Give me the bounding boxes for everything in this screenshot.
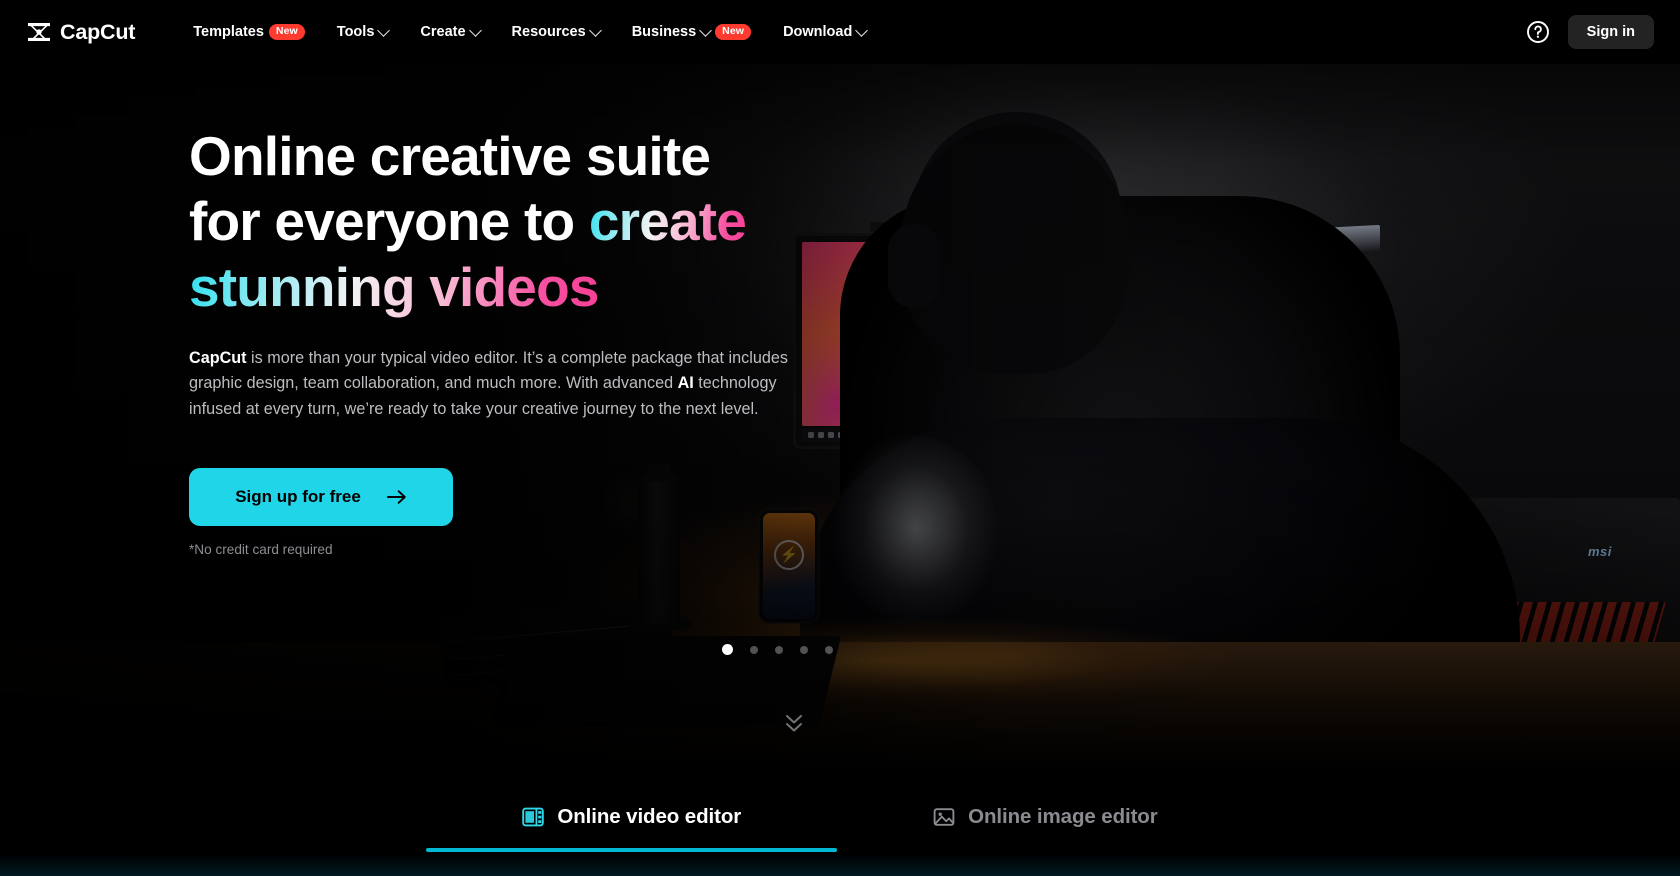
sign-up-for-free-button[interactable]: Sign up for free xyxy=(189,467,453,526)
top-navbar: CapCut Templates New Tools Create Resour… xyxy=(0,0,1680,64)
nav-item-download[interactable]: Download xyxy=(767,0,882,64)
help-circle-icon[interactable] xyxy=(1526,20,1550,44)
headline-line-3-highlight: stunning videos xyxy=(189,255,599,318)
carousel-dot-1[interactable] xyxy=(722,644,733,655)
carousel-dots xyxy=(722,644,833,655)
sign-in-button[interactable]: Sign in xyxy=(1567,15,1654,49)
chevron-down-icon xyxy=(468,23,482,37)
editor-tabs: Online video editor Online image editor xyxy=(0,766,1680,876)
nav-item-templates[interactable]: Templates New xyxy=(177,0,321,64)
chevron-down-icon xyxy=(855,23,869,37)
nav-item-label: Create xyxy=(420,24,466,40)
hero-description-bold-capcut: CapCut xyxy=(189,349,247,368)
tab-label: Online image editor xyxy=(968,805,1158,828)
nav-item-tools[interactable]: Tools xyxy=(321,0,405,64)
cta-label: Sign up for free xyxy=(235,486,361,506)
carousel-dot-3[interactable] xyxy=(775,645,783,654)
hero-description-bold-ai: AI xyxy=(677,374,694,393)
headline-line-1: Online creative suite xyxy=(189,125,711,187)
nav-item-label: Download xyxy=(783,24,853,40)
tab-active-underline xyxy=(426,848,838,852)
headline-line-2-plain: for everyone to xyxy=(189,190,589,253)
brand-name: CapCut xyxy=(60,19,136,44)
hero-description: CapCut is more than your typical video e… xyxy=(189,346,789,421)
nav-item-label: Tools xyxy=(336,24,375,40)
headline-line-2-highlight: create xyxy=(588,190,747,253)
capcut-landing-page: CapCut Templates New Tools Create Resour… xyxy=(0,0,1680,876)
arrow-right-icon xyxy=(386,489,406,504)
nav-item-label: Templates xyxy=(193,24,264,40)
carousel-dot-5[interactable] xyxy=(825,645,833,654)
carousel-dot-4[interactable] xyxy=(800,645,808,654)
nav-item-label: Business xyxy=(631,24,697,40)
chevron-down-icon xyxy=(588,23,602,37)
tab-online-video-editor[interactable]: Online video editor xyxy=(426,766,838,852)
navbar-right: Sign in xyxy=(1526,15,1654,49)
nav-links: Templates New Tools Create Resources Bus… xyxy=(177,0,882,64)
nav-item-create[interactable]: Create xyxy=(404,0,495,64)
film-strip-icon xyxy=(522,807,545,827)
nav-item-resources[interactable]: Resources xyxy=(496,0,616,64)
tab-online-image-editor[interactable]: Online image editor xyxy=(837,766,1253,852)
page-title: Online creative suite for everyone to cr… xyxy=(189,124,829,320)
nav-item-business[interactable]: Business New xyxy=(616,0,767,64)
tabs-bottom-glow xyxy=(0,854,1680,876)
capcut-logo-icon xyxy=(28,23,50,41)
image-icon xyxy=(933,808,955,826)
no-credit-card-note: *No credit card required xyxy=(189,541,333,557)
nav-badge-new: New xyxy=(715,23,752,41)
chevron-down-icon xyxy=(699,23,713,37)
carousel-dot-2[interactable] xyxy=(750,645,758,654)
hero-copy: Online creative suite for everyone to cr… xyxy=(189,124,829,557)
hero-section: msi ⚡ xyxy=(0,46,1680,766)
nav-item-label: Resources xyxy=(511,24,586,40)
double-chevron-down-icon[interactable] xyxy=(782,710,806,736)
chevron-down-icon xyxy=(377,23,391,37)
nav-badge-new: New xyxy=(268,23,305,41)
tab-label: Online video editor xyxy=(557,805,742,828)
brand-logo[interactable]: CapCut xyxy=(26,19,135,45)
